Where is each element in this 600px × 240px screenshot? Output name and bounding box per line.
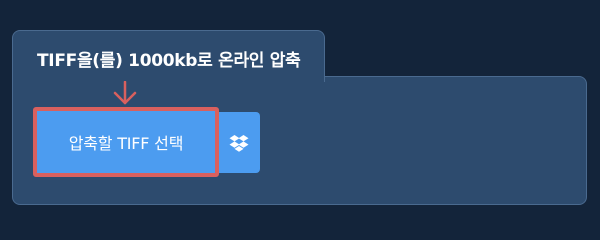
arrow-down-icon [113, 81, 137, 105]
dropbox-button[interactable] [218, 112, 260, 173]
select-tiff-button[interactable]: 압축할 TIFF 선택 [33, 107, 219, 177]
select-tiff-label: 압축할 TIFF 선택 [68, 134, 184, 153]
dropbox-icon [229, 134, 249, 152]
tab-title: TIFF을(를) 1000kb로 온라인 압축 [37, 51, 301, 71]
tool-tab: TIFF을(를) 1000kb로 온라인 압축 [12, 30, 325, 82]
